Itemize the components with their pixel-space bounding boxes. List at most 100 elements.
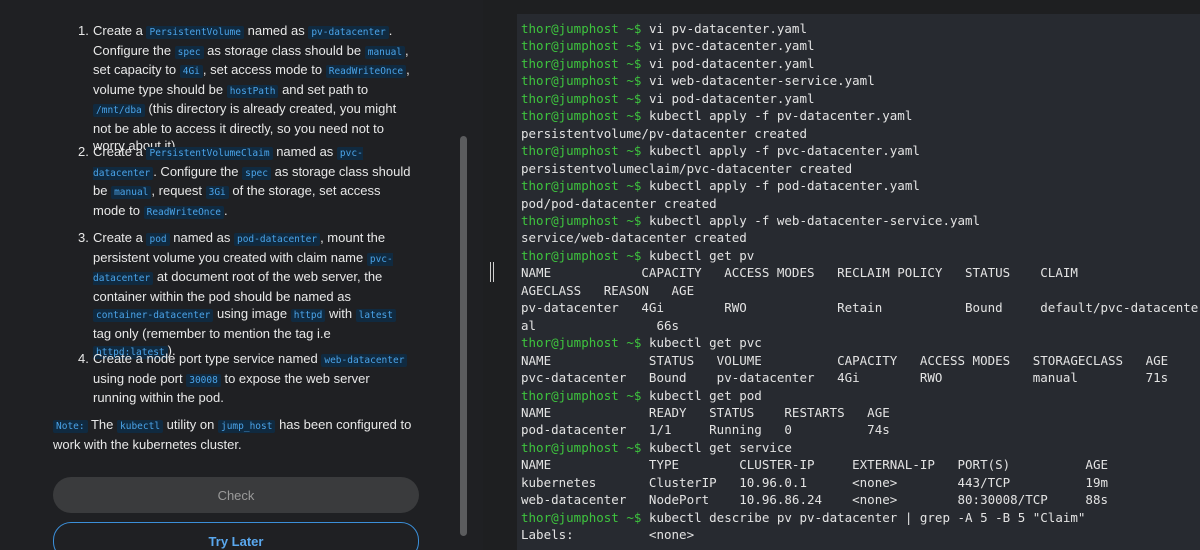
inline-code: /mnt/dba	[93, 104, 145, 117]
inline-code: pod	[146, 233, 170, 246]
inline-code: manual	[364, 45, 406, 59]
inline-code: PersistentVolume	[146, 26, 244, 39]
terminal-prompt: thor@jumphost ~$	[521, 212, 642, 228]
task-text: .	[223, 202, 228, 218]
terminal-text: kubectl apply -f web-datacenter-service.…	[641, 212, 981, 228]
terminal-text: service/web-datacenter created	[521, 230, 747, 246]
terminal-text: kubectl describe pv pv-datacenter | grep…	[641, 509, 1086, 525]
terminal-prompt: thor@jumphost ~$	[521, 55, 642, 71]
terminal-text: kubernetes ClusterIP 10.96.0.1 <none> 44…	[521, 474, 1108, 490]
check-button[interactable]: Check	[53, 477, 419, 513]
terminal-command-line: thor@jumphost ~$ vi web-datacenter-servi…	[521, 72, 1200, 89]
terminal-output-line: persistentvolumeclaim/pvc-datacenter cre…	[521, 160, 1200, 177]
task-text: with	[325, 306, 356, 321]
terminal-output-line: web-datacenter NodePort 10.96.86.24 <non…	[521, 491, 1200, 508]
resize-handle-icon[interactable]	[490, 262, 496, 282]
inline-code: spec	[242, 166, 271, 180]
inline-code: manual	[111, 186, 152, 199]
task-text: Create a	[93, 144, 147, 159]
terminal-prompt: thor@jumphost ~$	[521, 143, 642, 159]
inline-code: httpd	[290, 309, 326, 322]
inline-code: pod-datacenter	[233, 233, 321, 246]
terminal-prompt: thor@jumphost ~$	[521, 335, 642, 351]
terminal-output: thor@jumphost ~$ vi pv-datacenter.yaml th…	[517, 14, 1200, 544]
terminal-command-line: thor@jumphost ~$ kubectl describe pv pv-…	[521, 509, 1200, 526]
terminal-command-line: thor@jumphost ~$ kubectl apply -f pvc-da…	[521, 142, 1200, 159]
terminal-output-line: NAME STATUS VOLUME CAPACITY ACCESS MODES…	[521, 352, 1200, 369]
scrollbar-thumb[interactable]	[460, 136, 467, 536]
terminal-prompt: thor@jumphost ~$	[521, 247, 642, 263]
terminal-text: vi pod-datacenter.yaml	[641, 55, 815, 71]
inline-code: PersistentVolumeClaim	[146, 147, 273, 160]
note-label: Note:	[53, 420, 88, 433]
terminal-text: pod/pod-datacenter created	[521, 195, 717, 211]
terminal-prompt: thor@jumphost ~$	[521, 178, 642, 194]
terminal-text: vi pv-datacenter.yaml	[641, 21, 807, 36]
terminal-command-line: thor@jumphost ~$ vi pod-datacenter.yaml	[521, 90, 1200, 107]
terminal-output-line: Labels: <none>	[521, 526, 1200, 543]
task-text: . Configure the	[153, 163, 243, 179]
inline-code: jump_host	[217, 420, 276, 433]
task-text: as storage class should be	[203, 42, 365, 58]
terminal-output-line: NAME READY STATUS RESTARTS AGE	[521, 404, 1200, 421]
inline-code: container-datacenter	[93, 309, 214, 322]
terminal-output-line: NAME CAPACITY ACCESS MODES RECLAIM POLIC…	[521, 264, 1200, 281]
terminal-prompt: thor@jumphost ~$	[521, 38, 642, 54]
terminal-prompt: thor@jumphost ~$	[521, 73, 642, 89]
task-text: Create a	[93, 23, 147, 38]
terminal-prompt: thor@jumphost ~$	[521, 439, 642, 455]
task-text: , request	[151, 183, 206, 198]
terminal-text: kubectl apply -f pod-datacenter.yaml	[641, 178, 920, 194]
terminal-text: web-datacenter NodePort 10.96.86.24 <non…	[521, 492, 1108, 508]
terminal-output-line: AGECLASS REASON AGE	[521, 282, 1200, 299]
terminal-text: vi pvc-datacenter.yaml	[641, 38, 815, 54]
terminal-text: NAME TYPE CLUSTER-IP EXTERNAL-IP PORT(S)…	[521, 457, 1108, 473]
terminal-text: Labels: <none>	[521, 527, 695, 543]
terminal-text: NAME READY STATUS RESTARTS AGE	[521, 404, 890, 420]
inline-code: 30008	[186, 373, 221, 387]
terminal-command-line: thor@jumphost ~$ kubectl apply -f web-da…	[521, 212, 1200, 229]
inline-code: ReadWriteOnce	[325, 65, 407, 78]
task-item: 3. Create a pod named as pod-datacenter, …	[0, 229, 452, 362]
terminal-command-line: thor@jumphost ~$ kubectl apply -f pod-da…	[521, 177, 1200, 194]
terminal-text: AGECLASS REASON AGE	[521, 282, 695, 298]
task-text: using image	[213, 306, 291, 321]
terminal-command-line: thor@jumphost ~$ vi pv-datacenter.yaml	[521, 20, 1200, 37]
inline-code: 3Gi	[205, 186, 229, 199]
task-number: 2.	[78, 144, 89, 159]
terminal-output-line: persistentvolume/pv-datacenter created	[521, 125, 1200, 142]
task-text: , set access mode to	[202, 62, 326, 77]
try-later-button[interactable]: Try Later	[53, 522, 419, 550]
terminal-prompt: thor@jumphost ~$	[521, 21, 642, 36]
terminal-command-line: thor@jumphost ~$ kubectl get service	[521, 439, 1200, 456]
task-number: 4.	[78, 351, 89, 366]
task-item: 2. Create a PersistentVolumeClaim named a…	[0, 143, 452, 221]
inline-code: spec	[174, 45, 204, 59]
terminal-prompt: thor@jumphost ~$	[521, 90, 642, 106]
note-text: Note: The kubectl utility on jump_host h…	[53, 416, 423, 453]
terminal-command-line: thor@jumphost ~$ vi pvc-datacenter.yaml	[521, 37, 1200, 54]
task-item: 4. Create a node port type service named …	[0, 350, 452, 407]
terminal-text: kubectl get pod	[641, 387, 762, 403]
inline-code: kubectl	[117, 420, 164, 433]
terminal-output-line: NAME TYPE CLUSTER-IP EXTERNAL-IP PORT(S)…	[521, 456, 1200, 473]
task-text: tag only (remember to mention the tag i.…	[93, 325, 331, 341]
task-text: and set path to	[278, 81, 369, 97]
terminal-text: NAME STATUS VOLUME CAPACITY ACCESS MODES…	[521, 352, 1169, 368]
terminal-text: pvc-datacenter Bound pv-datacenter 4Gi R…	[521, 370, 1169, 386]
terminal-command-line: thor@jumphost ~$ kubectl get pv	[521, 247, 1200, 264]
task-number: 3.	[78, 230, 89, 245]
inline-code: latest	[355, 309, 396, 322]
inline-code: 4Gi	[179, 65, 203, 78]
terminal-command-line: thor@jumphost ~$ kubectl get pvc	[521, 334, 1200, 351]
terminal-window[interactable]: thor@jumphost ~$ vi pv-datacenter.yaml th…	[517, 14, 1200, 550]
terminal-prompt: thor@jumphost ~$	[521, 387, 642, 403]
terminal-text: persistentvolume/pv-datacenter created	[521, 125, 807, 141]
terminal-text: persistentvolumeclaim/pvc-datacenter cre…	[521, 160, 853, 176]
terminal-text: NAME CAPACITY ACCESS MODES RECLAIM POLIC…	[521, 265, 1200, 281]
task-text: using node port	[93, 370, 187, 386]
inline-code: hostPath	[226, 84, 279, 98]
terminal-text: al 66s	[521, 317, 680, 333]
task-text: The	[87, 417, 117, 432]
task-text: named as	[244, 23, 309, 38]
